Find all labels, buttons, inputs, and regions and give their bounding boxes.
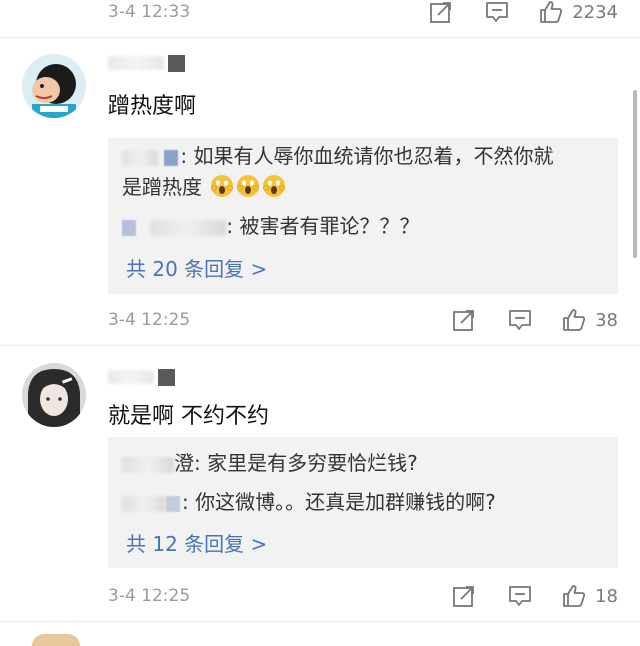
share-icon[interactable]: [428, 0, 454, 25]
like-count: 38: [595, 309, 618, 331]
timestamp: 3-4 12:33: [108, 2, 191, 22]
comment-text: 蹭热度啊: [108, 94, 197, 119]
scrollbar[interactable]: [633, 90, 637, 258]
username[interactable]: [108, 52, 185, 74]
like-button[interactable]: 38: [561, 307, 618, 333]
like-button[interactable]: 18: [561, 583, 618, 609]
username-blurred: [108, 370, 154, 384]
like-icon: [538, 0, 564, 25]
like-count: 2234: [572, 1, 618, 23]
reply-text: : 家里是有多穷要恰烂钱?: [194, 451, 418, 475]
avatar[interactable]: [22, 54, 86, 118]
scream-emoji-icon: [236, 174, 260, 198]
view-more-replies-link[interactable]: 共 20 条回复 >: [126, 253, 267, 282]
reply-box: : 如果有人辱你血统请你也忍着，不然你就 是蹭热度 : 被害者有罪论？？？ 共 …: [108, 138, 618, 294]
reply-username-visible: 澄: [174, 451, 194, 475]
divider: [0, 37, 640, 38]
comment-meta-row: 3-4 12:25 18: [0, 576, 640, 616]
comment-meta-row: 3-4 12:33 2234: [0, 0, 640, 32]
comment-meta-row: 3-4 12:25 38: [0, 300, 640, 340]
view-more-replies-link[interactable]: 共 12 条回复 >: [126, 528, 267, 557]
reply-username-blurred: [150, 219, 227, 236]
reply-box: 澄: 家里是有多穷要恰烂钱? : 你这微博。。还真是加群赚钱的啊? 共 12 条…: [108, 437, 618, 568]
divider: [0, 345, 640, 346]
username-censor-block: [168, 54, 185, 72]
username[interactable]: [108, 366, 175, 388]
avatar[interactable]: [22, 363, 86, 427]
share-icon[interactable]: [451, 307, 477, 333]
reply-text: : 你这微博。。还真是加群赚钱的啊?: [182, 490, 496, 514]
reply-item[interactable]: : 如果有人辱你血统请你也忍着，不然你就 是蹭热度: [122, 141, 608, 203]
username-censor-block: [158, 368, 175, 386]
timestamp: 3-4 12:25: [108, 310, 191, 330]
reply-username-blurred: [122, 456, 174, 473]
comment-actions: 18: [451, 583, 618, 609]
avatar-partial[interactable]: [32, 634, 80, 646]
like-icon: [561, 307, 587, 333]
reply-text: : 如果有人辱你血统请你也忍着，不然你就: [180, 144, 554, 168]
reply-item[interactable]: 澄: 家里是有多穷要恰烂钱?: [122, 448, 608, 479]
share-icon[interactable]: [451, 583, 477, 609]
comment-actions: 2234: [428, 0, 618, 25]
reply-username-censor: [122, 219, 136, 236]
comment-icon[interactable]: [484, 0, 510, 25]
reply-text-continued: 是蹭热度: [122, 175, 202, 199]
reply-item[interactable]: : 被害者有罪论？？？: [122, 211, 608, 242]
reply-text: : 被害者有罪论？？？: [226, 214, 420, 238]
like-icon: [561, 583, 587, 609]
reply-item[interactable]: : 你这微博。。还真是加群赚钱的啊?: [122, 487, 608, 518]
reply-username-blurred: [122, 149, 158, 166]
comment-actions: 38: [451, 307, 618, 333]
comment-text: 就是啊 不约不约: [108, 404, 269, 429]
divider: [0, 621, 640, 622]
username-blurred: [108, 56, 164, 70]
comment-icon[interactable]: [507, 583, 533, 609]
scream-emoji-icon: [262, 174, 286, 198]
reply-username-censor: [166, 495, 180, 512]
comment-icon[interactable]: [507, 307, 533, 333]
like-count: 18: [595, 585, 618, 607]
reply-username-blurred: [122, 495, 166, 512]
like-button[interactable]: 2234: [538, 0, 618, 25]
scream-emoji-icon: [210, 174, 234, 198]
reply-username-censor: [164, 149, 179, 166]
timestamp: 3-4 12:25: [108, 586, 191, 606]
